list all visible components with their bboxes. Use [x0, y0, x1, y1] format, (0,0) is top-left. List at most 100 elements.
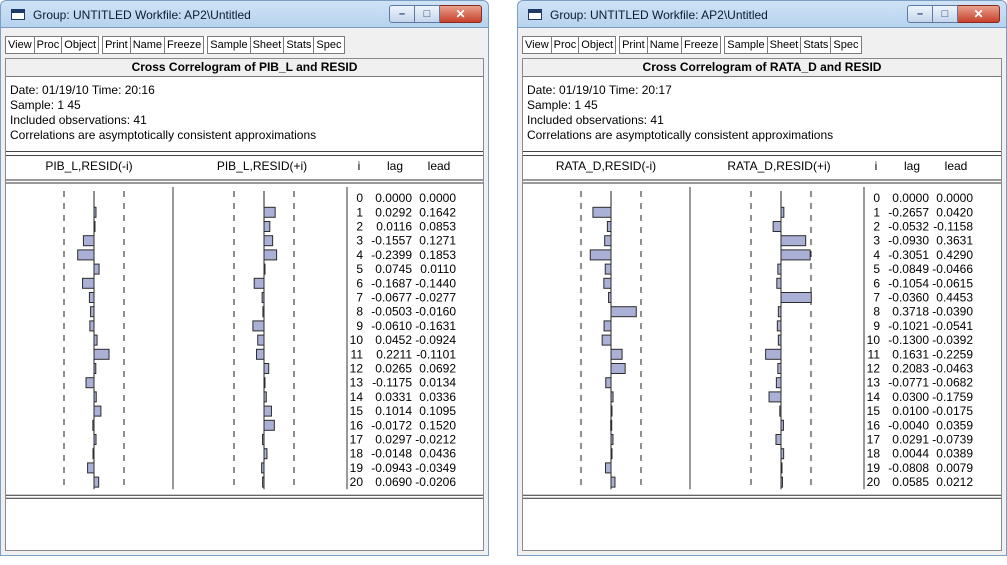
- lag-value: -0.1557: [371, 234, 412, 248]
- lead-value: 0.1853: [419, 248, 456, 262]
- sheet-button[interactable]: Sheet: [250, 36, 285, 54]
- lead-correlation-bar: [776, 277, 782, 289]
- freeze-button[interactable]: Freeze: [165, 36, 205, 54]
- lead-value: -0.0206: [415, 475, 456, 489]
- lag-value: 0.0690: [375, 475, 412, 489]
- window-rata-d: Group: UNTITLED Workfile: AP2\Untitled –…: [517, 0, 1007, 556]
- lag-value: -0.1687: [371, 276, 412, 290]
- lead-correlation-bar: [263, 206, 276, 218]
- lag-correlation-bar: [601, 334, 612, 346]
- lag-value: 0.0265: [375, 362, 412, 376]
- lag-correlation-bar: [610, 405, 613, 417]
- lead-header: lead: [945, 159, 968, 173]
- close-button[interactable]: ✕: [958, 5, 1000, 23]
- lead-value: -0.0466: [932, 262, 973, 276]
- lag-correlation-bar: [608, 292, 612, 303]
- lead-value: 0.0110: [420, 262, 456, 276]
- lag-correlation-bar: [606, 221, 612, 232]
- maximize-button[interactable]: □: [415, 5, 440, 23]
- proc-button[interactable]: Proc: [551, 36, 580, 54]
- lead-header: lead: [428, 159, 451, 173]
- lead-correlation-bar: [775, 377, 782, 389]
- lead-value: 0.1095: [419, 404, 456, 418]
- lead-value: 0.0134: [419, 376, 456, 390]
- maximize-button[interactable]: □: [933, 5, 958, 23]
- view-button[interactable]: View: [522, 36, 552, 54]
- print-button[interactable]: Print: [619, 36, 648, 54]
- i-value: 2: [873, 220, 880, 234]
- name-button[interactable]: Name: [130, 36, 166, 54]
- i-header: i: [875, 159, 878, 173]
- object-button[interactable]: Object: [579, 36, 617, 54]
- lead-correlation-bar: [777, 306, 782, 318]
- i-value: 3: [873, 234, 880, 248]
- lead-correlation-bar: [780, 419, 784, 431]
- lead-value: -0.0212: [415, 433, 456, 447]
- name-button[interactable]: Name: [647, 36, 683, 54]
- sample-button[interactable]: Sample: [724, 36, 768, 54]
- lag-value: 0.0100: [892, 404, 929, 418]
- spec-button[interactable]: Spec: [831, 36, 862, 54]
- lead-correlation-bar: [263, 377, 266, 389]
- object-button[interactable]: Object: [62, 36, 100, 54]
- lead-value: -0.0175: [932, 404, 973, 418]
- cross-correlogram: RATA_D,RESID(-i) RATA_D,RESID(+i) i lag lead…: [523, 155, 1001, 565]
- lead-correlation-bar: [777, 334, 782, 346]
- note-line: Correlations are asymptotically consiste…: [527, 128, 834, 142]
- lead-series-header: RATA_D,RESID(+i): [727, 159, 830, 173]
- spec-button[interactable]: Spec: [314, 36, 345, 54]
- sheet-button[interactable]: Sheet: [767, 36, 802, 54]
- i-value: 1: [873, 205, 880, 219]
- minimize-button[interactable]: –: [907, 5, 933, 23]
- sample-button[interactable]: Sample: [207, 36, 251, 54]
- stats-button[interactable]: Stats: [801, 36, 832, 54]
- lag-value: -0.1175: [372, 376, 412, 390]
- i-value: 5: [356, 262, 363, 276]
- lag-value: -0.2399: [371, 248, 412, 262]
- output-info: Date: 01/19/10 Time: 20:16 Sample: 1 45 …: [10, 83, 316, 143]
- window-title: Group: UNTITLED Workfile: AP2\Untitled: [33, 8, 251, 22]
- window-app-icon: [528, 9, 542, 20]
- proc-button[interactable]: Proc: [34, 36, 63, 54]
- i-value: 13: [867, 376, 881, 390]
- i-value: 18: [350, 447, 364, 461]
- lead-correlation-bar: [263, 263, 266, 275]
- lag-correlation-bar: [93, 348, 110, 360]
- view-button[interactable]: View: [5, 36, 35, 54]
- lag-value: -0.2657: [888, 205, 929, 219]
- print-button[interactable]: Print: [102, 36, 131, 54]
- lead-correlation-bar: [263, 249, 278, 261]
- lead-value: 0.0000: [419, 191, 456, 205]
- lag-value: 0.0745: [375, 262, 412, 276]
- title-bar[interactable]: Group: UNTITLED Workfile: AP2\Untitled –…: [517, 0, 1007, 28]
- lag-value: 0.0585: [892, 475, 929, 489]
- lag-value: 0.0000: [375, 191, 412, 205]
- lead-value: 0.0436: [419, 447, 456, 461]
- lag-value: -0.0172: [371, 418, 412, 432]
- toolbar: View Proc Object Print Name Freeze Sampl…: [5, 36, 345, 54]
- lag-value: -0.0677: [371, 291, 412, 305]
- lead-value: 0.4453: [936, 291, 973, 305]
- lag-header: lag: [387, 159, 403, 173]
- lag-correlation-bar: [604, 263, 612, 275]
- lag-value: 0.0116: [376, 220, 412, 234]
- i-value: 13: [350, 376, 364, 390]
- lag-correlation-bar: [610, 391, 614, 403]
- title-bar[interactable]: Group: UNTITLED Workfile: AP2\Untitled –…: [0, 0, 489, 28]
- lead-value: 0.0079: [936, 461, 973, 475]
- correlogram-heading: Cross Correlogram of RATA_D and RESID: [523, 59, 1001, 77]
- close-button[interactable]: ✕: [440, 5, 482, 23]
- i-value: 8: [356, 305, 363, 319]
- i-value: 8: [873, 305, 880, 319]
- minimize-button[interactable]: –: [389, 5, 415, 23]
- lead-correlation-bar: [263, 235, 274, 247]
- freeze-button[interactable]: Freeze: [682, 36, 722, 54]
- lag-value: -0.0943: [371, 461, 412, 475]
- i-value: 14: [867, 390, 881, 404]
- lead-correlation-bar: [261, 292, 265, 303]
- lead-correlation-bar: [777, 363, 782, 374]
- correlogram-svg: RATA_D,RESID(-i) RATA_D,RESID(+i) i lag lead…: [523, 159, 1001, 499]
- lag-correlation-bar: [93, 263, 100, 275]
- stats-button[interactable]: Stats: [284, 36, 315, 54]
- lead-value: -0.0392: [932, 333, 973, 347]
